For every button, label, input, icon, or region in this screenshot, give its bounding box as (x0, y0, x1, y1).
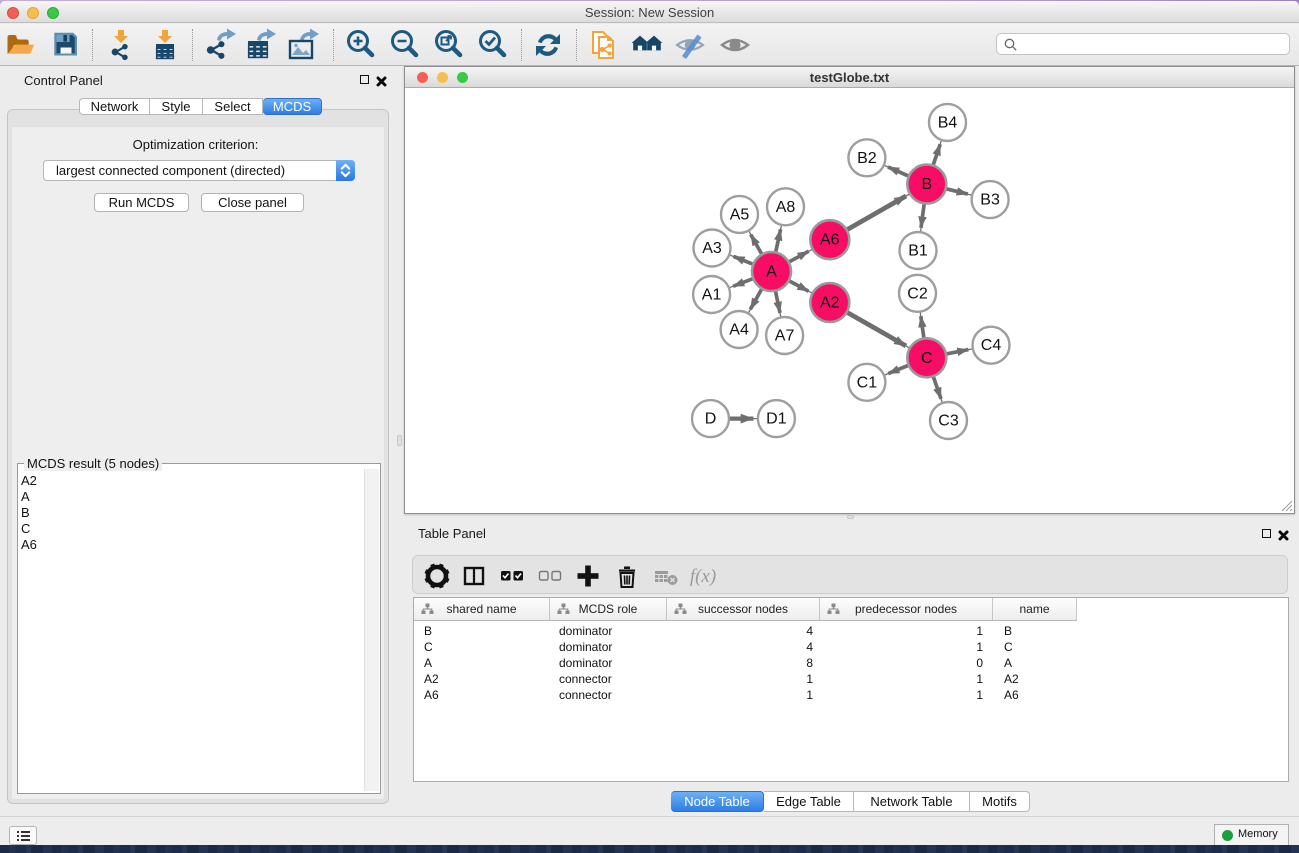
svg-text:f(x): f(x) (690, 566, 716, 587)
svg-text:C3: C3 (938, 413, 959, 430)
svg-text:A1: A1 (702, 287, 722, 304)
svg-text:A6: A6 (820, 232, 840, 249)
svg-text:D1: D1 (766, 411, 787, 428)
svg-text:B: B (921, 176, 932, 193)
svg-text:A8: A8 (776, 199, 796, 216)
svg-text:B1: B1 (908, 243, 928, 260)
svg-text:A: A (766, 264, 777, 281)
svg-text:A5: A5 (730, 206, 750, 223)
svg-text:B4: B4 (938, 114, 958, 131)
svg-text:C1: C1 (857, 374, 878, 391)
svg-text:A2: A2 (820, 295, 840, 312)
svg-text:B3: B3 (980, 192, 1000, 209)
svg-text:A4: A4 (729, 322, 749, 339)
svg-text:D: D (705, 411, 717, 428)
svg-text:C: C (921, 350, 933, 367)
svg-text:C2: C2 (907, 285, 928, 302)
svg-text:C4: C4 (981, 337, 1002, 354)
svg-text:B2: B2 (857, 150, 877, 167)
svg-text:A3: A3 (702, 240, 722, 257)
svg-text:A7: A7 (775, 328, 795, 345)
